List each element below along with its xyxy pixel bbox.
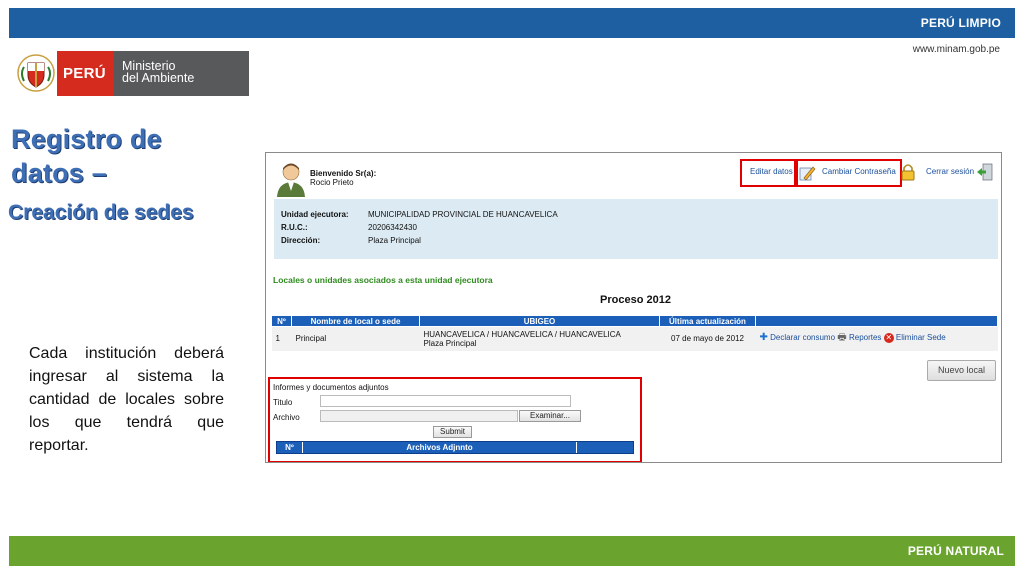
attachments-section: Informes y documentos adjuntos Titulo Ar…	[268, 377, 642, 462]
new-site-button[interactable]: Nuevo local	[927, 360, 996, 381]
reports-link[interactable]: Reportes	[849, 333, 881, 342]
user-avatar-icon	[277, 163, 305, 197]
welcome-label: Bienvenido Sr(a):	[310, 169, 377, 178]
lock-icon	[901, 164, 915, 181]
coat-of-arms-icon	[17, 54, 55, 92]
slide-subtitle: Creación de sedes	[8, 201, 194, 224]
attachments-table-header: Nº Archivos Adjnnto	[276, 441, 634, 454]
info-label: R.U.C.:	[281, 223, 308, 232]
declare-consumption-link[interactable]: Declarar consumo	[770, 333, 835, 342]
submit-button[interactable]: Submit	[433, 426, 472, 438]
slide-title: Registro de datos –	[11, 122, 162, 190]
bottom-banner: PERÚ NATURAL	[9, 536, 1015, 566]
info-value: Plaza Principal	[368, 236, 421, 245]
locales-table: Nº Nombre de local o sede UBIGEO Última …	[271, 315, 998, 351]
attach-col-files: Archivos Adjnnto	[303, 442, 577, 453]
delete-icon[interactable]: ✕	[883, 333, 894, 344]
info-value: MUNICIPALIDAD PROVINCIAL DE HUANCAVELICA	[368, 210, 558, 219]
printer-icon[interactable]: 🖶	[837, 332, 846, 343]
file-input[interactable]	[320, 410, 518, 422]
row-updated: 07 de mayo de 2012	[659, 326, 756, 351]
logo-ministry: Ministerio del Ambiente	[114, 51, 249, 96]
top-banner-label: PERÚ LIMPIO	[920, 16, 1001, 30]
info-value: 20206342430	[368, 223, 417, 232]
col-ubigeo: UBIGEO	[419, 315, 660, 327]
app-screenshot: Bienvenido Sr(a): Rocio Prieto Editar da…	[265, 152, 1002, 463]
col-number: Nº	[271, 315, 292, 327]
browse-button[interactable]: Examinar...	[519, 410, 581, 422]
row-ubigeo-line2: Plaza Principal	[423, 338, 477, 348]
attach-col-number: Nº	[277, 442, 303, 453]
user-name: Rocio Prieto	[310, 178, 354, 187]
slide-title-line2: datos –	[11, 158, 107, 188]
edit-data-link[interactable]: Editar datos	[750, 167, 793, 176]
top-banner: PERÚ LIMPIO	[9, 8, 1015, 38]
logout-link[interactable]: Cerrar sesión	[926, 167, 974, 176]
row-name: Principal	[291, 326, 420, 351]
file-label: Archivo	[273, 413, 300, 422]
plus-icon[interactable]: ✚	[760, 332, 768, 343]
locales-heading: Locales o unidades asociados a esta unid…	[273, 275, 493, 285]
ministry-logo: PERÚ Ministerio del Ambiente	[14, 51, 249, 96]
row-number: 1	[271, 326, 292, 351]
row-actions: ✚ Declarar consumo 🖶 Reportes ✕ Eliminar…	[755, 326, 998, 351]
welcome-block: Bienvenido Sr(a): Rocio Prieto	[310, 169, 376, 187]
info-label: Unidad ejecutora:	[281, 210, 349, 219]
col-name: Nombre de local o sede	[291, 315, 420, 327]
slide-title-line1: Registro de	[11, 124, 162, 154]
site-url: www.minam.gob.pe	[912, 44, 1000, 55]
logo-country: PERÚ	[57, 51, 114, 96]
info-label: Dirección:	[281, 236, 321, 245]
col-actions	[755, 315, 998, 327]
row-ubigeo-line1: HUANCAVELICA / HUANCAVELICA / HUANCAVELI…	[423, 329, 621, 339]
logout-door-icon[interactable]	[976, 163, 994, 181]
change-password-link[interactable]: Cambiar Contraseña	[822, 167, 896, 176]
table-row: 1 Principal HUANCAVELICA / HUANCAVELICA …	[271, 326, 998, 351]
institution-info: Unidad ejecutora: MUNICIPALIDAD PROVINCI…	[274, 199, 998, 259]
title-input[interactable]	[320, 395, 571, 407]
process-title: Proceso 2012	[600, 294, 671, 306]
table-header-row: Nº Nombre de local o sede UBIGEO Última …	[271, 315, 998, 327]
slide-description: Cada institución deberá ingresar al sist…	[29, 345, 224, 454]
delete-site-link[interactable]: Eliminar Sede	[896, 333, 946, 342]
logo-ministry-line2: del Ambiente	[122, 71, 195, 85]
title-label: Titulo	[273, 398, 293, 407]
edit-pencil-icon[interactable]	[798, 164, 816, 182]
col-updated: Última actualización	[659, 315, 756, 327]
bottom-banner-label: PERÚ NATURAL	[907, 544, 1004, 558]
attachments-heading: Informes y documentos adjuntos	[273, 383, 389, 392]
row-ubigeo: HUANCAVELICA / HUANCAVELICA / HUANCAVELI…	[419, 326, 660, 351]
